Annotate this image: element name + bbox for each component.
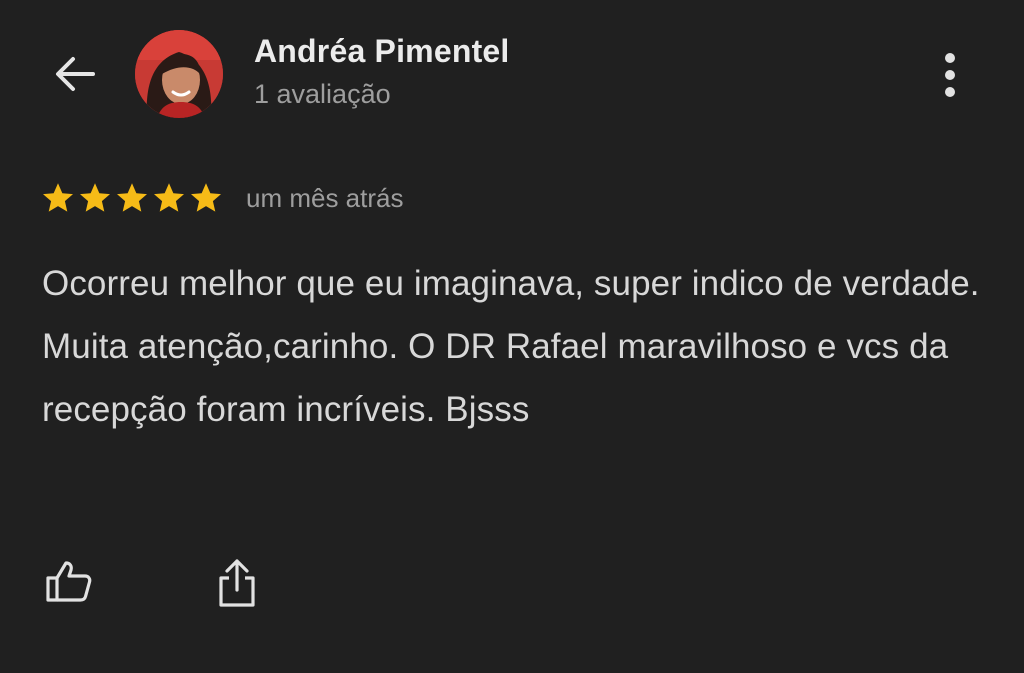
star-icon — [43, 183, 73, 212]
avatar[interactable] — [135, 30, 223, 118]
review-date: um mês atrás — [246, 182, 404, 213]
arrow-left-icon — [56, 57, 95, 91]
rating-row: um mês atrás — [40, 178, 404, 218]
like-button[interactable] — [38, 552, 100, 610]
review-text: Ocorreu melhor que eu imaginava, super i… — [42, 264, 980, 429]
star-icon — [80, 183, 110, 212]
back-button[interactable] — [44, 46, 104, 102]
thumbs-up-icon — [46, 561, 92, 602]
reviewer-name[interactable]: Andréa Pimentel — [254, 33, 510, 70]
star-icon — [154, 183, 184, 212]
star-rating — [40, 180, 224, 216]
reviewer-review-count: 1 avaliação — [254, 79, 391, 109]
more-options-button[interactable] — [926, 46, 974, 104]
avatar-photo — [135, 30, 223, 118]
review-detail-screen: Andréa Pimentel 1 avaliação um mês atrás… — [0, 0, 1024, 673]
more-vertical-icon — [945, 53, 955, 97]
share-button[interactable] — [206, 552, 268, 614]
star-icon — [117, 183, 147, 212]
share-icon — [219, 559, 255, 607]
star-icon — [191, 183, 221, 212]
